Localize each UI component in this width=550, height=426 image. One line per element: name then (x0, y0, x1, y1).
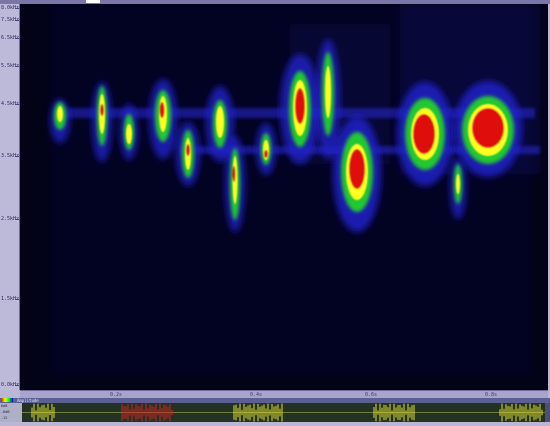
freq-tick-mark (15, 20, 19, 21)
frequency-axis: 8.0kHz 7.5kHz 6.5kHz 5.5kHz 4.5kHz 3.5kH… (0, 4, 20, 390)
spectrogram-canvas (50, 4, 540, 374)
freq-tick-mark (15, 219, 19, 220)
scroll-position-marker[interactable] (86, 0, 100, 3)
freq-tick-mark (15, 8, 19, 9)
amp-tick-label: 6dB (1, 404, 8, 408)
freq-tick-mark (15, 385, 19, 386)
freq-tick-mark (15, 66, 19, 67)
amp-tick-label: -12 (1, 416, 8, 420)
call-syllable (256, 123, 276, 175)
spectrogram-app-window: 8.0kHz 7.5kHz 6.5kHz 5.5kHz 4.5kHz 3.5kH… (0, 0, 550, 422)
call-syllable (454, 81, 522, 177)
freq-tick-mark (15, 104, 19, 105)
vertical-scrollbar[interactable] (545, 403, 550, 422)
amp-tick-label: -6dB (1, 410, 10, 414)
spectrogram-view[interactable] (20, 4, 548, 390)
waveform-canvas (22, 403, 550, 422)
freq-tick-mark (15, 38, 19, 39)
waveform-view[interactable] (22, 403, 550, 422)
freq-tick-mark (15, 299, 19, 300)
color-scale-icon[interactable] (1, 398, 13, 402)
call-syllable (280, 54, 320, 164)
amplitude-scale: 6dB -6dB -12 (0, 403, 22, 422)
call-syllable (50, 99, 70, 143)
freq-tick-mark (15, 156, 19, 157)
waveform-panel: Amplitude 6dB -6dB -12 (0, 398, 550, 422)
